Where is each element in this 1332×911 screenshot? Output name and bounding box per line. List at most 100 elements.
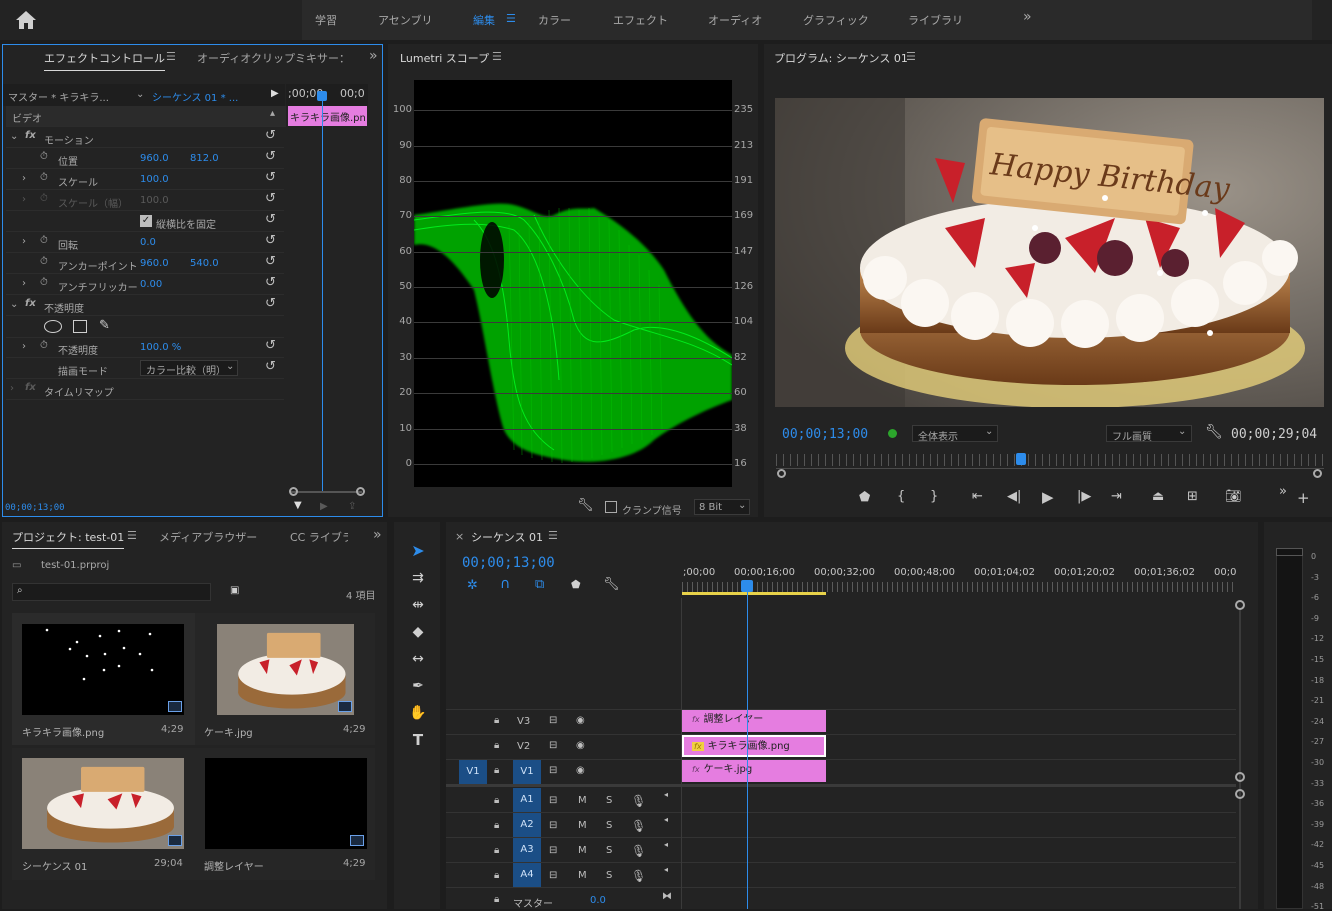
expand-chevron-icon[interactable]: ⌄ (10, 299, 18, 310)
export-frame-icon[interactable]: 📷︎ (1225, 489, 1242, 504)
razor-tool-icon[interactable]: ◆ (407, 621, 429, 643)
lock-icon[interactable]: 🔒︎ (494, 870, 499, 881)
filter-icon[interactable]: ▼ (294, 500, 302, 511)
clip-cake[interactable]: fx ケーキ.jpg (682, 760, 826, 782)
ec-timecode[interactable]: 00;00;13;00 (5, 503, 65, 513)
sync-lock-icon[interactable]: ⊟ (549, 740, 557, 751)
go-to-in-icon[interactable]: ⇤ (972, 489, 983, 504)
linked-selection-icon[interactable]: ⧉ (535, 577, 544, 592)
track-name-a3[interactable]: A3 (513, 838, 541, 862)
track-name-v3[interactable]: V3 (517, 716, 530, 727)
wrench-icon[interactable]: 🔧︎ (1205, 424, 1223, 440)
program-playhead[interactable] (1015, 453, 1026, 465)
vertical-scrollbar[interactable] (1239, 610, 1241, 909)
expand-chevron-icon[interactable]: ⌄ (10, 131, 18, 142)
workspace-libraries[interactable]: ライブラリ (908, 12, 963, 28)
eye-icon[interactable]: ◉ (576, 715, 585, 726)
scroll-handle[interactable] (1235, 789, 1245, 799)
go-to-in-out-icon[interactable]: ⧓ (662, 891, 672, 902)
reset-icon[interactable]: ↺ (265, 338, 276, 353)
ripple-edit-tool-icon[interactable]: ⇹ (407, 594, 429, 616)
reset-icon[interactable]: ↺ (265, 128, 276, 143)
step-forward-icon[interactable]: |▶ (1077, 489, 1091, 504)
solo-button[interactable]: S (606, 820, 612, 831)
stopwatch-icon[interactable]: ⏱ (40, 256, 48, 267)
snap-icon[interactable]: ∩ (500, 576, 510, 592)
microphone-icon[interactable]: 🎙︎ (631, 869, 646, 883)
project-item-name[interactable]: 調整レイヤー (204, 858, 264, 873)
sync-lock-icon[interactable]: ⊟ (549, 870, 557, 881)
program-scrub-track[interactable] (776, 468, 1324, 469)
sync-lock-icon[interactable]: ⊟ (549, 765, 557, 776)
pen-mask-icon[interactable]: ✎ (99, 318, 110, 333)
track-name-v1[interactable]: V1 (513, 760, 541, 784)
anchor-x[interactable]: 960.0 (140, 258, 169, 269)
mute-button[interactable]: M (578, 870, 587, 881)
type-tool-icon[interactable]: T (407, 729, 429, 751)
video-audio-divider[interactable] (446, 784, 1236, 787)
microphone-icon[interactable]: 🎙︎ (631, 794, 646, 808)
audio-track-menu-icon[interactable]: ◂ (664, 790, 668, 799)
eye-icon[interactable]: ◉ (576, 765, 585, 776)
ellipse-mask-icon[interactable] (44, 320, 62, 333)
more-workspaces-icon[interactable]: » (1023, 9, 1032, 25)
nest-toggle-icon[interactable]: ✲ (467, 578, 478, 593)
tab-audio-clip-mixer[interactable]: オーディオクリップミキサー：シ (197, 50, 345, 66)
microphone-icon[interactable]: 🎙︎ (631, 844, 646, 858)
solo-button[interactable]: S (606, 870, 612, 881)
selection-tool-icon[interactable]: ➤ (407, 540, 429, 562)
solo-button[interactable]: S (606, 845, 612, 856)
program-time-ruler[interactable] (776, 454, 1324, 466)
program-title[interactable]: プログラム: シーケンス 01 (774, 50, 908, 66)
add-marker-icon[interactable]: ⬟ (571, 578, 581, 591)
tab-effect-controls[interactable]: エフェクトコントロール (44, 50, 165, 71)
add-marker-icon[interactable]: ⬟ (859, 490, 870, 505)
go-to-out-icon[interactable]: ⇥ (1111, 489, 1122, 504)
rotation-value[interactable]: 0.0 (140, 237, 156, 248)
panel-menu-icon[interactable]: ☰ (492, 50, 502, 63)
source-patch-v1[interactable]: V1 (459, 760, 487, 784)
project-search-input[interactable] (12, 583, 211, 601)
reset-icon[interactable]: ↺ (265, 233, 276, 248)
microphone-icon[interactable]: 🎙︎ (631, 819, 646, 833)
timeline-playhead-handle[interactable] (741, 580, 753, 592)
play-icon[interactable]: ▶ (1042, 488, 1054, 506)
lock-icon[interactable]: 🔒︎ (494, 845, 499, 856)
stopwatch-icon[interactable]: ⏱ (40, 340, 48, 351)
position-y[interactable]: 812.0 (190, 153, 219, 164)
track-name-v2[interactable]: V2 (517, 741, 530, 752)
zoom-scrollbar[interactable] (290, 491, 362, 493)
workspace-graphics[interactable]: グラフィック (803, 12, 869, 28)
reset-icon[interactable]: ↺ (265, 359, 276, 374)
sync-lock-icon[interactable]: ⊟ (549, 845, 557, 856)
work-area-bar[interactable] (682, 592, 826, 595)
reset-icon[interactable]: ↺ (265, 296, 276, 311)
master-volume-value[interactable]: 0.0 (590, 895, 606, 906)
solo-button[interactable]: S (606, 795, 612, 806)
reset-icon[interactable]: ↺ (265, 254, 276, 269)
expand-chevron-icon[interactable]: › (22, 236, 26, 247)
audio-track-menu-icon[interactable]: ◂ (664, 840, 668, 849)
reset-icon[interactable]: ↺ (265, 149, 276, 164)
lift-icon[interactable]: ⏏ (1152, 489, 1164, 504)
extract-icon[interactable]: ⊞ (1187, 489, 1198, 504)
panel-menu-icon[interactable]: ☰ (548, 529, 558, 542)
program-timecode[interactable]: 00;00;13;00 (782, 427, 868, 442)
uniform-scale-checkbox[interactable]: ✓ (140, 215, 152, 227)
slip-tool-icon[interactable]: ↔ (407, 648, 429, 670)
scroll-handle[interactable] (1235, 600, 1245, 610)
timeline-tab[interactable]: シーケンス 01 (471, 529, 543, 545)
scrub-zoom-right[interactable] (1313, 469, 1322, 478)
timeline-timecode[interactable]: 00;00;13;00 (462, 555, 555, 571)
anchor-y[interactable]: 540.0 (190, 258, 219, 269)
workspace-effects[interactable]: エフェクト (613, 12, 668, 28)
scroll-handle[interactable] (1235, 772, 1245, 782)
new-bin-icon[interactable]: ▣ (230, 585, 239, 596)
lumetri-title[interactable]: Lumetri スコープ (400, 50, 489, 66)
track-name-a4[interactable]: A4 (513, 863, 541, 887)
workspace-menu-icon[interactable]: ☰ (506, 12, 516, 25)
track-name-a1[interactable]: A1 (513, 788, 541, 812)
mark-in-icon[interactable]: { (897, 489, 905, 504)
clip-adjustment-layer[interactable]: fx 調整レイヤー (682, 710, 826, 732)
lock-icon[interactable]: 🔒︎ (494, 740, 499, 751)
